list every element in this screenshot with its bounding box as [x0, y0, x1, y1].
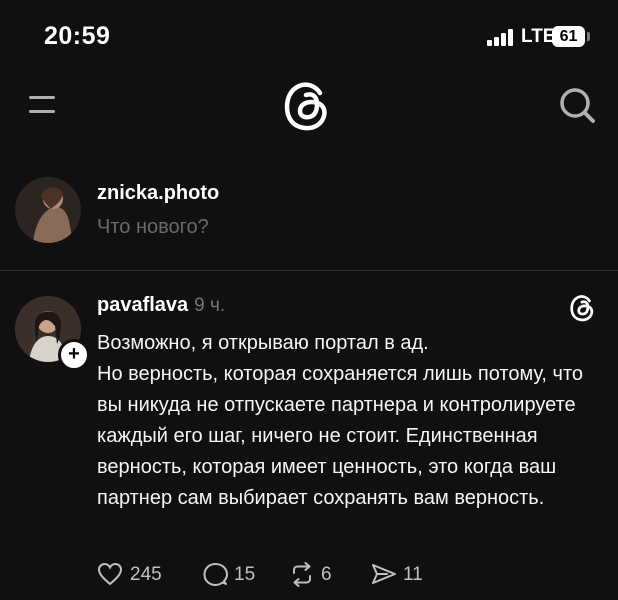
post-time: 9 ч.	[194, 295, 226, 316]
avatar[interactable]	[15, 177, 81, 243]
compose-username: znicka.photo	[97, 182, 220, 204]
post-header: pavaflava 9 ч.	[97, 294, 225, 317]
comment-icon	[203, 563, 228, 586]
share-count: 11	[403, 564, 423, 585]
signal-icon	[487, 29, 515, 46]
post-paragraph: Возможно, я открываю портал в ад.	[97, 332, 429, 354]
status-bar: 20:59 LTE 61	[0, 0, 618, 74]
thread-post: + pavaflava 9 ч. Возможно, я открываю пор…	[0, 284, 618, 600]
menu-icon[interactable]	[29, 94, 55, 116]
battery-tip	[587, 32, 590, 41]
compose-row[interactable]: znicka.photo Что нового?	[0, 170, 618, 271]
clock: 20:59	[44, 22, 111, 50]
send-icon	[372, 564, 396, 584]
post-author[interactable]: pavaflava	[97, 294, 188, 316]
post-paragraph: Но верность, которая сохраняется лишь по…	[97, 363, 584, 509]
reply-button[interactable]: 15	[203, 560, 263, 590]
like-count: 245	[130, 564, 162, 585]
network-type: LTE	[521, 26, 556, 47]
heart-icon	[97, 562, 123, 586]
compose-input[interactable]: Что нового?	[97, 216, 209, 239]
threads-icon	[570, 294, 596, 322]
threads-logo-icon[interactable]	[284, 80, 332, 132]
repost-count: 6	[321, 564, 332, 585]
reply-count: 15	[234, 564, 256, 585]
battery-icon: 61	[552, 26, 585, 47]
repost-button[interactable]: 6	[289, 560, 339, 590]
follow-plus-icon[interactable]: +	[58, 339, 90, 371]
share-button[interactable]: 11	[371, 560, 423, 590]
top-nav	[0, 74, 618, 138]
search-icon[interactable]	[557, 85, 597, 125]
repost-icon	[293, 562, 311, 587]
like-button[interactable]: 245	[97, 560, 171, 590]
post-text: Возможно, я открываю портал в ад. Но вер…	[97, 328, 607, 514]
